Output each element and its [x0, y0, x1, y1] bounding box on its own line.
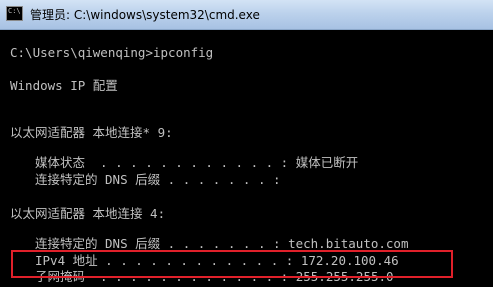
media-state-line: 媒体状态 . . . . . . . . . . . . : 媒体已断开: [35, 155, 359, 170]
window-title: 管理员: C:\windows\system32\cmd.exe: [30, 8, 260, 22]
adapter-heading: 以太网适配器 本地连接* 9:: [10, 125, 173, 140]
adapter-heading: 以太网适配器 本地连接 4:: [10, 206, 166, 221]
ip-config-header: Windows IP 配置: [10, 78, 118, 93]
title-bar[interactable]: 管理员: C:\windows\system32\cmd.exe: [0, 0, 493, 30]
console-output[interactable]: C:\Users\qiwenqing>ipconfig Windows IP 配…: [0, 30, 493, 287]
ipv4-highlight-box: [11, 250, 453, 278]
dns-suffix-line: 连接特定的 DNS 后缀 . . . . . . . :: [35, 172, 281, 187]
command-prompt-line: C:\Users\qiwenqing>ipconfig: [10, 45, 214, 60]
cmd-icon: [6, 6, 23, 21]
dns-suffix-line: 连接特定的 DNS 后缀 . . . . . . . : tech.bitaut…: [35, 236, 409, 251]
